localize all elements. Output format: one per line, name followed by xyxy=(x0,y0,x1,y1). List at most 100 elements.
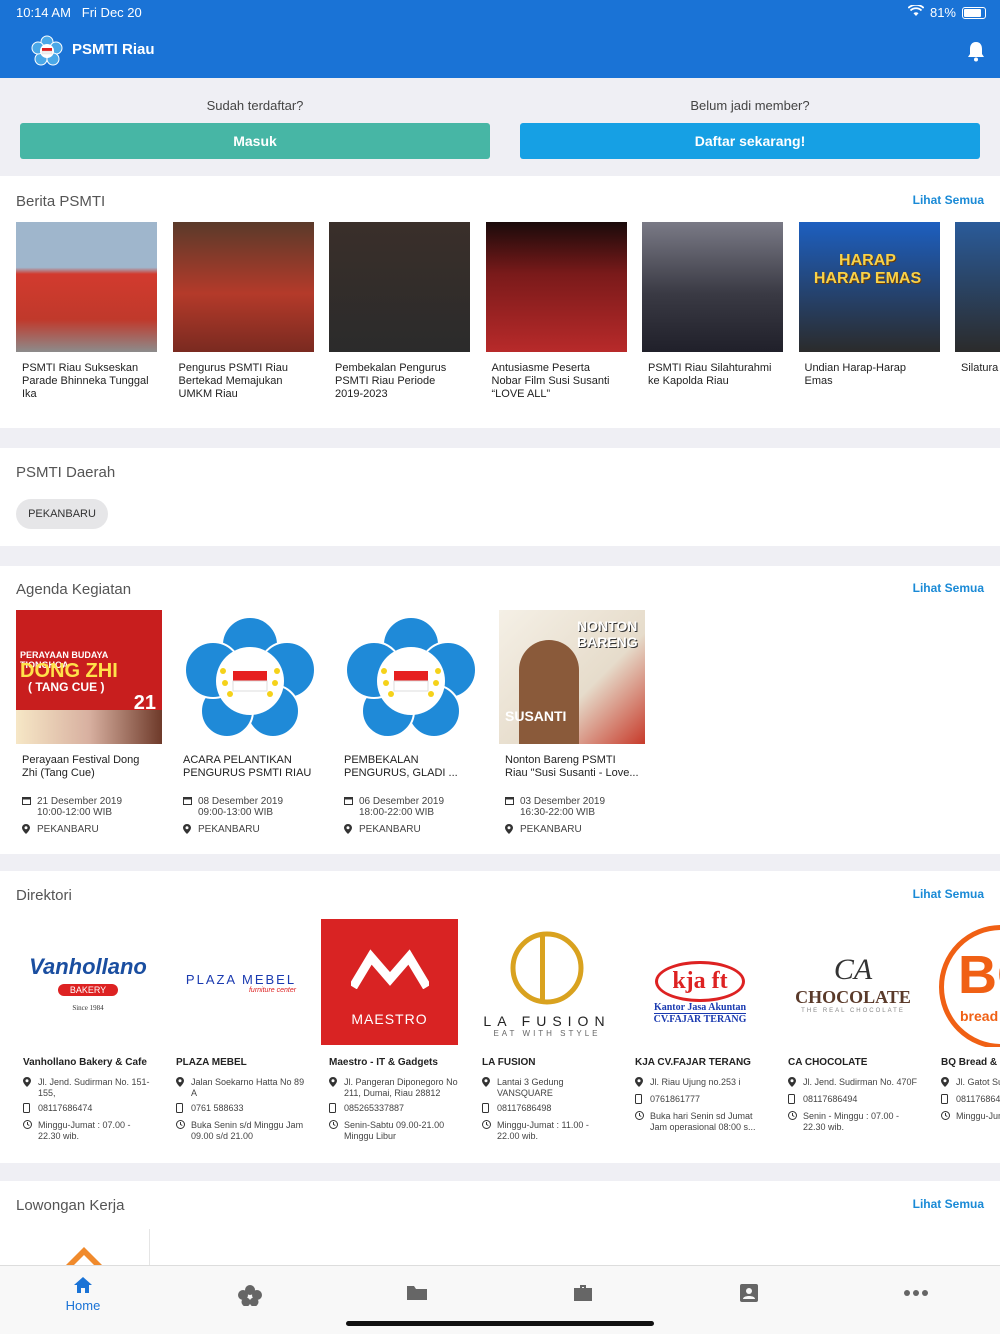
agenda-place: PEKANBARU xyxy=(520,824,582,835)
directory-logo: CA CHOCOLATE THE REAL CHOCOLATE xyxy=(780,919,926,1047)
psmti-emblem-icon xyxy=(345,615,477,744)
directory-card[interactable]: Vanhollano BAKERY Since 1984 Vanhollano Ba… xyxy=(15,919,161,1146)
directory-card[interactable]: LA FUSION EAT WITH STYLE LA FUSION Lantai… xyxy=(474,919,620,1146)
location-pin-icon xyxy=(482,1077,491,1099)
login-button[interactable]: Masuk xyxy=(20,123,490,159)
member-question: Belum jadi member? xyxy=(690,98,810,113)
news-see-all-link[interactable]: Lihat Semua xyxy=(913,193,984,207)
directory-name: PLAZA MEBEL xyxy=(176,1057,247,1068)
vanhollano-logo-text: Vanhollano xyxy=(29,954,147,979)
register-button[interactable]: Daftar sekarang! xyxy=(520,123,980,159)
tab-more[interactable] xyxy=(876,1276,956,1296)
tab-home[interactable]: Home xyxy=(43,1276,123,1313)
directory-address: Jalan Soekarno Hatta No 89 A xyxy=(191,1077,305,1098)
notification-bell-icon[interactable] xyxy=(966,40,986,62)
location-pin-icon xyxy=(505,824,514,837)
directory-phone: 08117686474 xyxy=(38,1103,93,1113)
directory-card[interactable]: kja ft Kantor Jasa Akuntan CV.FAJAR TERANG… xyxy=(627,919,773,1137)
jobs-see-all-link[interactable]: Lihat Semua xyxy=(913,1197,984,1211)
agenda-title: Agenda Kegiatan xyxy=(16,581,132,598)
news-card[interactable]: PSMTI Riau Sukseskan Parade Bhinneka Tun… xyxy=(16,222,157,401)
ca-logo-mark: CA xyxy=(833,952,873,986)
agenda-time: 10:00-12:00 WIB xyxy=(37,807,113,818)
movie-poster-subtitle: SUSANTI xyxy=(505,708,567,724)
directory-name: Maestro - IT & Gadgets xyxy=(329,1057,438,1068)
battery-icon xyxy=(962,6,986,19)
bq-logo-sub: bread xyxy=(960,1008,999,1024)
news-card[interactable]: Silatura SUNDA dan PAG xyxy=(955,222,1000,375)
jobs-section: Lowongan Kerja Lihat Semua xyxy=(0,1181,1000,1271)
agenda-caption: Nonton Bareng PSMTI Riau "Susi Susanti -… xyxy=(505,754,639,779)
home-icon xyxy=(74,1277,92,1293)
tab-jobs[interactable] xyxy=(543,1276,623,1302)
agenda-place: PEKANBARU xyxy=(198,824,260,835)
la-fusion-logo-text: LA FUSION xyxy=(483,1013,611,1029)
kja-logo-tag: CV.FAJAR TERANG xyxy=(653,1013,747,1025)
directory-see-all-link[interactable]: Lihat Semua xyxy=(913,887,984,901)
job-card[interactable] xyxy=(16,1229,150,1269)
directory-address: Jl. Riau Ujung no.253 i xyxy=(650,1077,741,1087)
news-caption: PSMTI Riau Silahturahmi ke Kapolda Riau xyxy=(648,362,772,387)
agenda-thumbnail: PERAYAAN BUDAYA TIONGHOA DONG ZHI ( TANG… xyxy=(16,610,162,744)
directory-info: Jl. Riau Ujung no.253 i 0761861777 Buka … xyxy=(627,1077,773,1133)
news-card[interactable]: HARAP HARAP EMAS Undian Harap-Harap Emas xyxy=(798,222,940,388)
agenda-caption: ACARA PELANTIKAN PENGURUS PSMTI RIAU ... xyxy=(183,754,312,784)
location-pin-icon xyxy=(329,1077,338,1099)
calendar-icon xyxy=(183,796,192,818)
news-thumbnail xyxy=(485,222,627,352)
news-card[interactable]: Antusiasme Peserta Nobar Film Susi Susan… xyxy=(485,222,627,401)
directory-hours: Minggu-Jum 22.00 wib. xyxy=(956,1111,1000,1121)
agenda-card[interactable]: PEMBEKALAN PENGURUS, GLADI ... 06 Desemb… xyxy=(338,610,484,843)
directory-name: Vanhollano Bakery & Cafe xyxy=(23,1057,147,1068)
directory-phone: 0761 588633 xyxy=(191,1103,244,1113)
agenda-meta: 08 Desember 2019 09:00-13:00 WIB PEKANBAR… xyxy=(177,796,323,837)
calendar-icon xyxy=(505,796,514,818)
agenda-time: 18:00-22:00 WIB xyxy=(359,807,435,818)
location-pin-icon xyxy=(23,1077,32,1099)
calendar-icon xyxy=(344,796,353,818)
agenda-caption: PEMBEKALAN PENGURUS, GLADI ... xyxy=(344,754,458,779)
phone-icon xyxy=(788,1094,797,1107)
agenda-meta: 06 Desember 2019 18:00-22:00 WIB PEKANBAR… xyxy=(338,796,484,837)
directory-phone: 08117686491 xyxy=(956,1094,1000,1104)
location-pin-icon xyxy=(176,1077,185,1099)
news-card[interactable]: Pembekalan Pengurus PSMTI Riau Periode 2… xyxy=(329,222,470,401)
kja-logo-sub: Kantor Jasa Akuntan xyxy=(653,1002,747,1013)
news-thumbnail xyxy=(642,222,783,352)
status-time: 10:14 AM Fri Dec 20 xyxy=(16,5,142,20)
kja-logo-text: kja ft xyxy=(655,961,745,1002)
ca-logo-sub: THE REAL CHOCOLATE xyxy=(801,1007,905,1014)
phone-icon xyxy=(635,1094,644,1107)
location-pin-icon xyxy=(635,1077,644,1090)
news-thumbnail xyxy=(329,222,470,352)
agenda-card[interactable]: PERAYAAN BUDAYA TIONGHOA DONG ZHI ( TANG… xyxy=(16,610,162,843)
contacts-icon xyxy=(740,1284,758,1302)
psmti-logo-icon xyxy=(31,35,63,66)
agenda-place: PEKANBARU xyxy=(37,824,99,835)
news-card[interactable]: Pengurus PSMTI Riau Bertekad Memajukan U… xyxy=(172,222,314,401)
directory-card[interactable]: CA CHOCOLATE THE REAL CHOCOLATE CA CHOCOLA… xyxy=(780,919,926,1137)
news-thumbnail xyxy=(955,222,1000,352)
news-caption: Silatura SUNDA dan PAG xyxy=(961,362,1000,374)
directory-name: KJA CV.FAJAR TERANG xyxy=(635,1057,751,1068)
poster-subtitle: ( TANG CUE ) xyxy=(28,680,105,694)
agenda-card[interactable]: NONTON BARENG SUSANTI Nonton Bareng PSMTI… xyxy=(499,610,645,843)
wifi-icon xyxy=(907,4,925,20)
directory-logo: PLAZA MEBEL furniture center xyxy=(168,919,314,1047)
flower-icon xyxy=(238,1285,262,1306)
location-pin-icon xyxy=(22,824,31,837)
location-pin-icon xyxy=(788,1077,797,1090)
directory-card[interactable]: MAESTRO Maestro - IT & Gadgets Jl. Pange… xyxy=(321,919,467,1146)
agenda-card[interactable]: ACARA PELANTIKAN PENGURUS PSMTI RIAU ...… xyxy=(177,610,323,843)
regions-title: PSMTI Daerah xyxy=(16,464,116,481)
directory-card[interactable]: BQ bread BQ Bread & C Jl. Gatot Sub 08117… xyxy=(933,919,1000,1127)
tab-organization[interactable] xyxy=(210,1276,290,1306)
news-card[interactable]: PSMTI Riau Silahturahmi ke Kapolda Riau xyxy=(642,222,783,388)
directory-card[interactable]: PLAZA MEBEL furniture center PLAZA MEBEL … xyxy=(168,919,314,1146)
region-chip-pekanbaru[interactable]: PEKANBARU xyxy=(16,499,108,529)
directory-logo: Vanhollano BAKERY Since 1984 xyxy=(15,919,161,1047)
tab-documents[interactable] xyxy=(377,1276,457,1301)
agenda-see-all-link[interactable]: Lihat Semua xyxy=(913,581,984,595)
tab-directory[interactable] xyxy=(709,1276,789,1302)
directory-hours: Senin - Minggu : 07.00 - 22.30 wib. xyxy=(803,1111,900,1132)
